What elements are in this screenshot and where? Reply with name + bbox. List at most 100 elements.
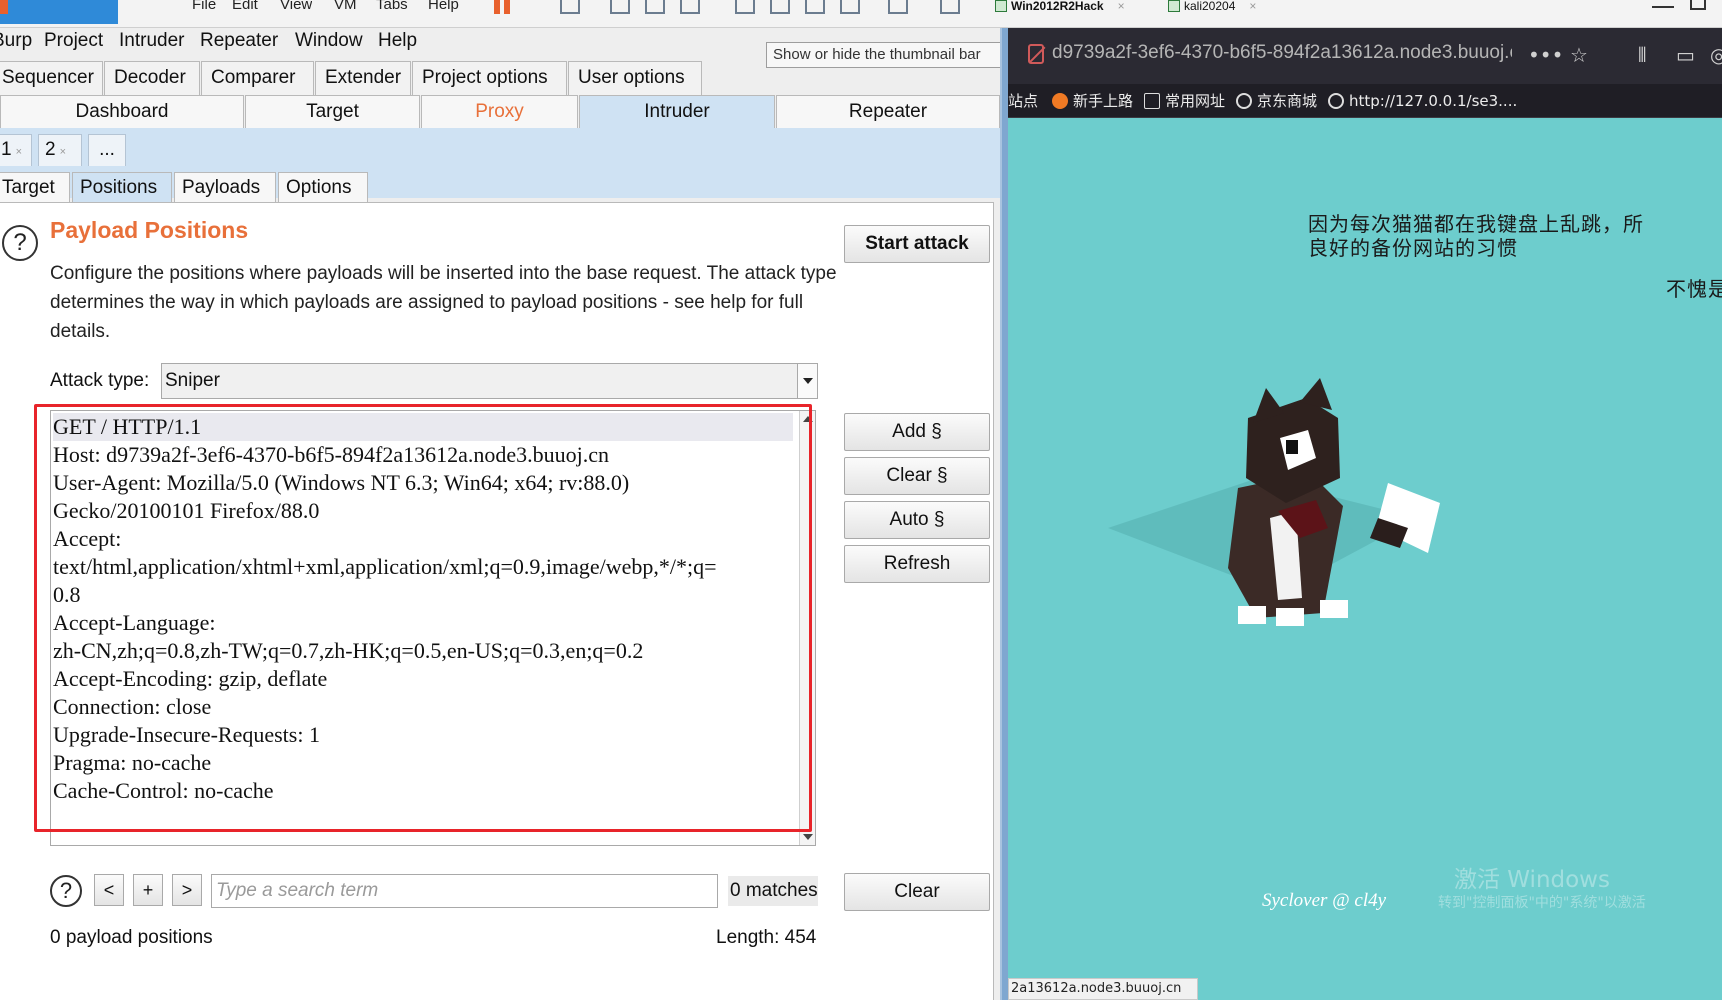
help-icon[interactable]: ? <box>2 225 38 261</box>
send-keys-icon[interactable] <box>560 0 580 14</box>
console-icon[interactable] <box>888 0 908 14</box>
bookmark-localhost[interactable]: http://127.0.0.1/se3.... <box>1328 91 1517 111</box>
close-icon[interactable]: × <box>1249 0 1256 13</box>
library-view-icon[interactable] <box>735 0 755 14</box>
search-input[interactable]: Type a search term <box>211 874 718 908</box>
subtab-positions[interactable]: Positions <box>72 172 172 204</box>
tab-dashboard[interactable]: Dashboard <box>0 95 244 129</box>
payload-positions-panel: ? Payload Positions Start attack Configu… <box>0 202 994 1000</box>
account-icon[interactable]: ◎ <box>1710 44 1722 66</box>
insecure-lock-icon[interactable] <box>1028 44 1044 64</box>
window-splitter[interactable] <box>1000 28 1008 1000</box>
menu-intruder[interactable]: Intruder <box>119 29 184 53</box>
firefox-icon <box>1052 93 1068 109</box>
subtab-payloads[interactable]: Payloads <box>174 172 276 204</box>
library-icon[interactable]: ⫴ <box>1638 44 1646 66</box>
attack-type-label: Attack type: <box>50 370 150 391</box>
globe-icon <box>1236 93 1252 109</box>
attack-type-select[interactable]: Sniper <box>161 363 818 399</box>
url-text[interactable]: d9739a2f-3ef6-4370-b6f5-894f2a13612a.nod… <box>1052 42 1512 64</box>
description: Configure the positions where payloads w… <box>50 263 837 342</box>
clear-search-button[interactable]: Clear <box>844 873 990 911</box>
vm-menu-file[interactable]: File <box>192 0 216 12</box>
page-title: Payload Positions <box>50 217 249 243</box>
web-page: 因为每次猫猫都在我键盘上乱跳，所 良好的备份网站的习惯 不愧是 Syclover <box>1008 118 1722 1000</box>
page-footer: Syclover @ cl4y <box>1262 890 1387 911</box>
stretch-icon[interactable] <box>940 0 960 14</box>
refresh-button[interactable]: Refresh <box>844 545 990 583</box>
subtab-options[interactable]: Options <box>278 172 368 204</box>
search-help-icon[interactable]: ? <box>50 875 82 907</box>
page-text-line-3: 不愧是 <box>1666 277 1722 301</box>
thumbnail-bar-tooltip: Show or hide the thumbnail bar <box>766 42 1006 68</box>
menu-repeater[interactable]: Repeater <box>200 29 278 53</box>
bookmark-getting-started[interactable]: 新手上路 <box>1052 91 1133 111</box>
menu-burp[interactable]: Burp <box>0 29 32 53</box>
search-options-button[interactable]: + <box>133 874 163 906</box>
tab-project-options[interactable]: Project options <box>412 61 567 95</box>
attack-tab-label: 2 <box>45 139 56 160</box>
folder-icon <box>1144 93 1160 109</box>
vm-logo-icon <box>0 0 118 24</box>
close-icon[interactable]: × <box>1118 0 1125 13</box>
close-icon[interactable]: × <box>60 146 66 158</box>
tab-extender[interactable]: Extender <box>315 61 411 95</box>
vm-tab-icon <box>1168 0 1180 12</box>
menu-window[interactable]: Window <box>295 29 363 53</box>
clear-marker-button[interactable]: Clear § <box>844 457 990 495</box>
bookmark-sites[interactable]: 站点 <box>1008 91 1038 111</box>
bookmark-label: 常用网址 <box>1165 92 1226 110</box>
vm-menu-edit[interactable]: Edit <box>232 0 258 12</box>
vm-tab-win2012[interactable]: Win2012R2Hack × <box>995 0 1125 18</box>
restore-icon[interactable] <box>1690 0 1706 10</box>
bookmark-common-sites[interactable]: 常用网址 <box>1144 91 1225 111</box>
tab-sequencer[interactable]: Sequencer <box>0 61 103 95</box>
pause-icon-bar <box>504 0 510 14</box>
add-marker-button[interactable]: Add § <box>844 413 990 451</box>
auto-marker-button[interactable]: Auto § <box>844 501 990 539</box>
tab-comparer[interactable]: Comparer <box>201 61 314 95</box>
vm-menu-help[interactable]: Help <box>428 0 459 12</box>
unity-icon[interactable] <box>840 0 860 14</box>
tab-proxy[interactable]: Proxy <box>421 95 578 129</box>
pause-icon[interactable] <box>494 0 500 14</box>
attack-tab-2[interactable]: 2 × <box>38 134 82 166</box>
fullscreen-icon[interactable] <box>805 0 825 14</box>
tab-decoder[interactable]: Decoder <box>104 61 200 95</box>
tab-target[interactable]: Target <box>245 95 420 129</box>
previous-match-button[interactable]: < <box>94 874 124 906</box>
chevron-down-icon[interactable] <box>797 364 817 398</box>
tab-intruder[interactable]: Intruder <box>579 95 775 129</box>
attack-tab-new[interactable]: ... <box>88 134 126 166</box>
bookmark-label: http://127.0.0.1/se3.... <box>1349 92 1518 110</box>
attack-type-value: Sniper <box>165 370 220 391</box>
vm-menu-vm[interactable]: VM <box>334 0 357 12</box>
tab-repeater[interactable]: Repeater <box>776 95 1000 129</box>
bookmark-star-icon[interactable]: ☆ <box>1570 44 1588 66</box>
page-actions-icon[interactable]: ••• <box>1528 44 1563 66</box>
next-match-button[interactable]: > <box>172 874 202 906</box>
vm-menu-view[interactable]: View <box>280 0 312 12</box>
cat-illustration <box>1108 378 1440 626</box>
revert-snapshot-icon[interactable] <box>645 0 665 14</box>
menu-project[interactable]: Project <box>44 29 103 53</box>
vm-tab-kali[interactable]: kali20204 × <box>1168 0 1256 18</box>
tab-user-options[interactable]: User options <box>568 61 702 95</box>
close-icon[interactable]: × <box>16 146 22 158</box>
payload-positions-count: 0 payload positions <box>50 927 213 948</box>
snapshot-manager-icon[interactable] <box>680 0 700 14</box>
attack-tab-label: 1 <box>1 139 12 160</box>
attack-tab-1[interactable]: 1 × <box>0 134 32 166</box>
bookmark-jd[interactable]: 京东商城 <box>1236 91 1317 111</box>
subtab-target[interactable]: Target <box>0 172 70 204</box>
menu-help[interactable]: Help <box>378 29 417 53</box>
minimize-icon[interactable] <box>1652 6 1674 8</box>
thumbnail-bar-icon[interactable] <box>770 0 790 14</box>
url-bar[interactable]: d9739a2f-3ef6-4370-b6f5-894f2a13612a.nod… <box>1008 28 1722 84</box>
start-attack-button[interactable]: Start attack <box>844 225 990 263</box>
scroll-down-icon[interactable] <box>803 834 813 840</box>
vm-menu-tabs[interactable]: Tabs <box>376 0 408 12</box>
sidebar-icon[interactable]: ▭ <box>1676 44 1695 66</box>
snapshot-icon[interactable] <box>610 0 630 14</box>
vm-tab-label: kali20204 <box>1184 0 1236 13</box>
